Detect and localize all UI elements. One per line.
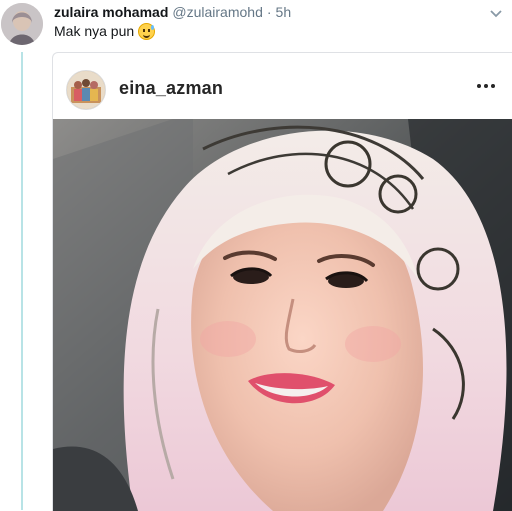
embedded-instagram-card[interactable]: eina_azman xyxy=(52,52,512,511)
more-dots-icon[interactable] xyxy=(477,84,495,88)
tweet-header: zulaira mohamad @zulairamohd · 5h xyxy=(54,3,291,21)
chevron-down-icon[interactable] xyxy=(489,6,503,18)
embed-username[interactable]: eina_azman xyxy=(119,78,223,99)
avatar[interactable] xyxy=(1,3,43,45)
selfie-photo xyxy=(53,119,512,511)
embed-avatar[interactable] xyxy=(66,70,106,110)
display-name[interactable]: zulaira mohamad xyxy=(54,4,168,20)
timestamp[interactable]: 5h xyxy=(276,4,292,20)
thread-line xyxy=(21,52,23,510)
user-handle[interactable]: @zulairamohd xyxy=(172,4,262,20)
tweet-text: Mak nya pun xyxy=(54,22,156,40)
tweet-body: Mak nya pun xyxy=(54,23,135,39)
separator-dot: · xyxy=(266,4,272,20)
grinning-sweat-face-icon xyxy=(138,22,156,40)
